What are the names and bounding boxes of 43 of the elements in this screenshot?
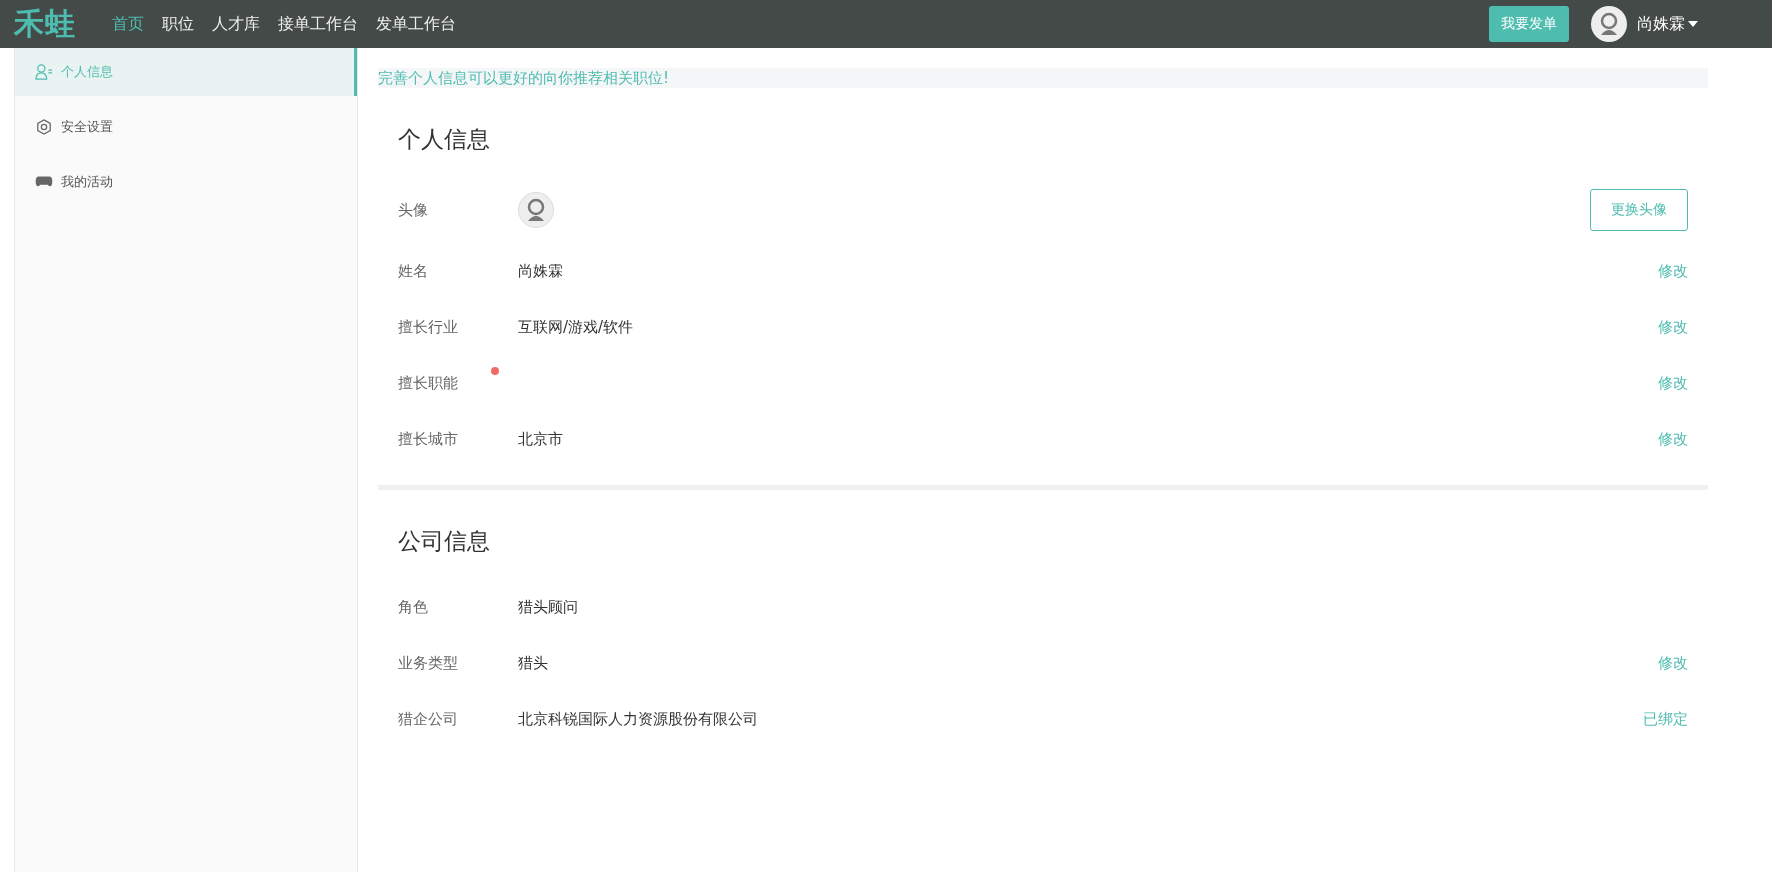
edit-link[interactable]: 已绑定 <box>1643 709 1688 729</box>
field-label: 姓名 <box>398 261 429 281</box>
nav-link[interactable]: 首页 <box>112 13 144 35</box>
field-value: 北京科锐国际人力资源股份有限公司 <box>518 709 758 729</box>
sidebar-item[interactable]: 安全设置 <box>15 103 357 151</box>
edit-link[interactable]: 修改 <box>1658 261 1688 281</box>
sidebar-label: 安全设置 <box>61 118 113 136</box>
sidebar-label: 我的活动 <box>61 173 113 191</box>
user-name[interactable]: 尚姝霖 <box>1637 13 1685 35</box>
field-label: 擅长职能 <box>398 373 459 393</box>
edit-link[interactable]: 修改 <box>1658 653 1688 673</box>
change-avatar-button[interactable]: 更换头像 <box>1590 189 1688 231</box>
field-value: 北京市 <box>518 429 563 449</box>
sidebar-label: 个人信息 <box>61 63 113 81</box>
field-label: 擅长行业 <box>398 317 459 337</box>
edit-link[interactable]: 修改 <box>1658 317 1688 337</box>
notice-banner: 完善个人信息可以更好的向你推荐相关职位! <box>378 68 1708 88</box>
edit-link[interactable]: 修改 <box>1658 429 1688 449</box>
field-value: 猎头顾问 <box>518 597 578 617</box>
field-value: 互联网/游戏/软件 <box>518 317 634 337</box>
section-title: 个人信息 <box>397 125 491 154</box>
nav-link[interactable]: 职位 <box>162 13 194 35</box>
avatar-icon[interactable] <box>1591 6 1627 42</box>
field-label: 擅长城市 <box>398 429 459 449</box>
nav-link[interactable]: 发单工作台 <box>376 13 456 35</box>
field-label: 角色 <box>398 597 429 617</box>
nav-link[interactable]: 接单工作台 <box>278 13 358 35</box>
field-label: 猎企公司 <box>398 709 459 729</box>
edit-link[interactable]: 修改 <box>1658 373 1688 393</box>
post-job-button[interactable]: 我要发单 <box>1489 6 1569 42</box>
logo[interactable]: 禾蛙 <box>14 3 76 45</box>
sidebar-item[interactable]: 我的活动 <box>15 158 357 206</box>
nav-link[interactable]: 人才库 <box>212 13 260 35</box>
field-label: 业务类型 <box>398 653 459 673</box>
field-label: 头像 <box>398 200 429 220</box>
field-value: 猎头 <box>518 653 548 673</box>
avatar-icon <box>518 192 554 228</box>
gear-icon <box>35 119 53 135</box>
sidebar-item[interactable]: 个人信息 <box>15 48 357 96</box>
person-icon <box>35 64 53 80</box>
caret-icon[interactable] <box>1688 21 1698 27</box>
section-title: 公司信息 <box>397 527 491 556</box>
field-value: 尚姝霖 <box>518 261 563 281</box>
